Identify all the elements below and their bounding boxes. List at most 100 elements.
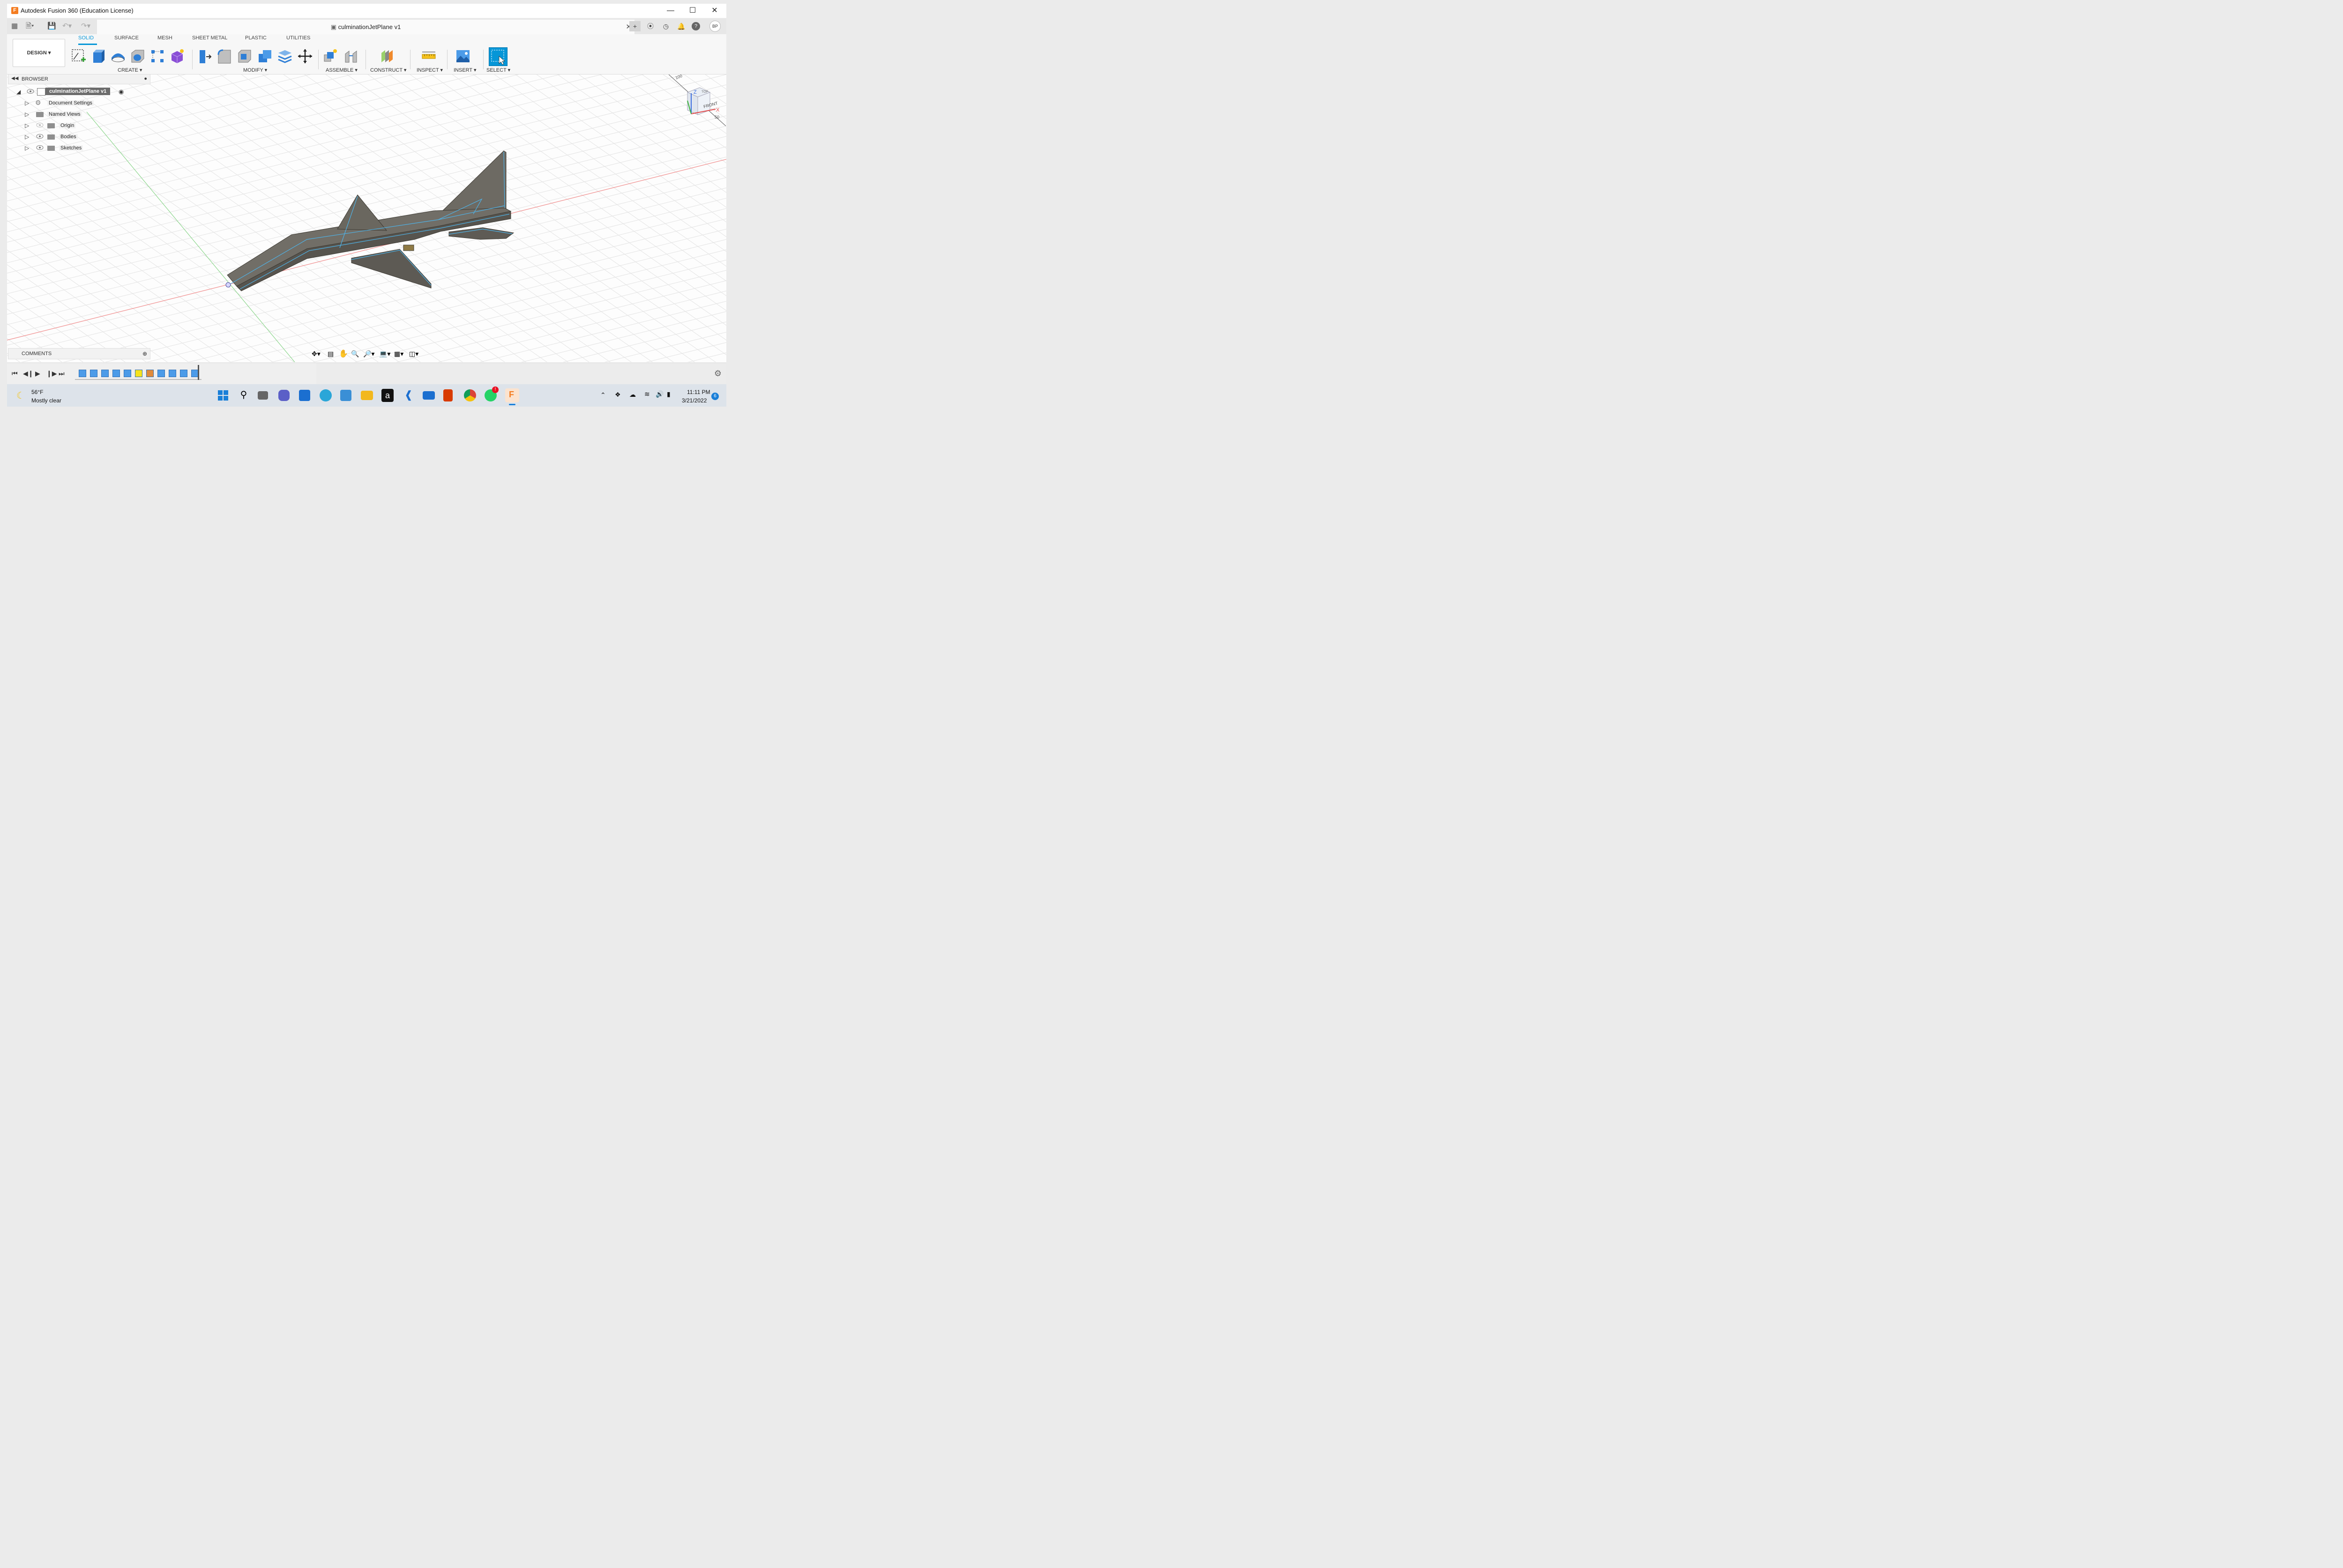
timeline-feature-icon[interactable]: [146, 370, 154, 377]
viewports-icon[interactable]: ◫▾: [409, 350, 418, 358]
timeline-feature-icon[interactable]: [169, 370, 176, 377]
offset-plane-icon[interactable]: [379, 48, 395, 64]
file-explorer-icon[interactable]: [361, 391, 373, 400]
add-comment-icon[interactable]: ⊕: [142, 350, 147, 357]
timeline-feature-icon[interactable]: [112, 370, 120, 377]
file-menu-icon[interactable]: 🗎▾: [26, 21, 34, 31]
select-tool-button[interactable]: [489, 47, 507, 66]
fusion-taskbar-icon[interactable]: F: [505, 388, 519, 405]
timeline-track[interactable]: [75, 365, 201, 380]
volume-icon[interactable]: 🔊: [656, 390, 664, 398]
job-status-icon[interactable]: ⦿: [645, 21, 656, 31]
vscode-icon[interactable]: ❰: [402, 389, 415, 402]
expand-icon[interactable]: ▷: [25, 100, 29, 106]
new-component-icon[interactable]: [322, 48, 338, 64]
mail-icon[interactable]: [423, 391, 435, 400]
timeline-feature-icon[interactable]: [124, 370, 131, 377]
hole-icon[interactable]: [130, 48, 146, 64]
teams-chat-icon[interactable]: [278, 390, 290, 401]
tree-item-origin[interactable]: ▷ Origin: [25, 120, 119, 131]
browser-panel-header[interactable]: ◀◀ BROWSER ●: [8, 74, 150, 84]
tree-item-sketches[interactable]: ▷ Sketches: [25, 143, 119, 153]
tab-surface[interactable]: SURFACE: [114, 35, 139, 41]
fillet-icon[interactable]: [216, 48, 232, 64]
play-icon[interactable]: ▶: [35, 370, 40, 378]
fit-icon[interactable]: 🔎▾: [363, 350, 374, 358]
widgets-icon[interactable]: [299, 390, 310, 401]
revolve-icon[interactable]: [110, 48, 126, 64]
zoom-icon[interactable]: 🔍: [351, 350, 359, 358]
combine-icon[interactable]: [257, 48, 273, 64]
pattern-icon[interactable]: [149, 48, 165, 64]
insert-menu[interactable]: INSERT ▾: [454, 67, 477, 73]
offset-faces-icon[interactable]: [277, 48, 293, 64]
start-button[interactable]: [216, 389, 230, 402]
visibility-eye-icon[interactable]: [36, 134, 44, 139]
origin-point-marker[interactable]: [225, 282, 231, 288]
weather-temperature[interactable]: 56°F: [31, 389, 43, 395]
history-icon[interactable]: ◷: [661, 21, 671, 31]
tree-root[interactable]: ◢ culminationJetPlane v1 ◉: [16, 87, 138, 97]
pan-hand-icon[interactable]: ✋: [339, 349, 348, 358]
inspect-menu[interactable]: INSPECT ▾: [417, 67, 443, 73]
expand-icon[interactable]: ▷: [25, 111, 29, 118]
insert-canvas-icon[interactable]: [455, 48, 471, 64]
close-window-button[interactable]: ✕: [705, 5, 724, 16]
assemble-menu[interactable]: ASSEMBLE ▾: [326, 67, 358, 73]
look-at-icon[interactable]: ▤: [328, 350, 334, 358]
whatsapp-icon[interactable]: !: [485, 386, 499, 401]
construct-menu[interactable]: CONSTRUCT ▾: [370, 67, 406, 73]
clock-time[interactable]: 11:11 PM: [687, 389, 710, 395]
browser-options-icon[interactable]: ●: [144, 76, 147, 82]
tab-mesh[interactable]: MESH: [157, 35, 172, 41]
shell-icon[interactable]: [237, 48, 253, 64]
timeline-settings-gear-icon[interactable]: ⚙: [714, 369, 722, 379]
search-icon[interactable]: ⚲: [237, 389, 250, 402]
app-grid-icon[interactable]: ▦: [11, 21, 18, 31]
tab-sheet-metal[interactable]: SHEET METAL: [192, 35, 227, 41]
activate-radio-icon[interactable]: ◉: [119, 88, 124, 96]
tab-utilities[interactable]: UTILITIES: [286, 35, 310, 41]
workspace-switcher-button[interactable]: DESIGN ▾: [13, 39, 65, 67]
view-cube[interactable]: 100 FRONT TOP X Z 50: [668, 74, 726, 126]
timeline-feature-icon[interactable]: [157, 370, 165, 377]
clock-date[interactable]: 3/21/2022: [682, 397, 707, 404]
timeline-feature-icon[interactable]: [79, 370, 86, 377]
chrome-icon[interactable]: [464, 389, 476, 401]
timeline-feature-icon[interactable]: [135, 370, 142, 377]
new-tab-icon[interactable]: +: [629, 21, 641, 31]
expand-icon[interactable]: ▷: [25, 134, 29, 140]
timeline-feature-icon[interactable]: [180, 370, 187, 377]
tree-item-named-views[interactable]: ▷ Named Views: [25, 109, 119, 119]
joint-icon[interactable]: [343, 48, 359, 64]
expand-icon[interactable]: ▷: [25, 145, 29, 151]
document-tab[interactable]: ▣ culminationJetPlane v1 ✕: [97, 20, 634, 34]
notification-count-badge[interactable]: 6: [711, 393, 719, 400]
step-back-icon[interactable]: ◀❙: [23, 370, 34, 378]
save-icon[interactable]: 💾: [47, 21, 56, 31]
grid-settings-icon[interactable]: ▦▾: [394, 350, 403, 358]
hidden-eye-icon[interactable]: [36, 122, 44, 128]
timeline-marker[interactable]: [198, 365, 199, 380]
collapse-browser-icon[interactable]: ◀◀: [11, 76, 18, 81]
maximize-button[interactable]: ☐: [683, 5, 702, 16]
press-pull-icon[interactable]: [197, 48, 213, 64]
undo-icon[interactable]: ↶▾: [62, 21, 72, 31]
extrude-icon[interactable]: [90, 48, 106, 64]
modify-menu[interactable]: MODIFY ▾: [243, 67, 267, 73]
jet-plane-model[interactable]: [225, 150, 515, 291]
task-view-icon[interactable]: [258, 391, 268, 400]
go-to-end-icon[interactable]: ⏭: [59, 370, 65, 378]
timeline-feature-icon[interactable]: [90, 370, 97, 377]
tree-item-bodies[interactable]: ▷ Bodies: [25, 132, 119, 142]
tab-solid[interactable]: SOLID: [78, 35, 94, 41]
create-form-icon[interactable]: [169, 48, 185, 64]
go-to-start-icon[interactable]: ⏮: [12, 370, 18, 378]
select-menu[interactable]: SELECT ▾: [486, 67, 510, 73]
weather-description[interactable]: Mostly clear: [31, 397, 61, 404]
timeline-feature-icon[interactable]: [101, 370, 109, 377]
help-icon[interactable]: ?: [692, 22, 700, 30]
edge-browser-icon[interactable]: [320, 389, 332, 401]
show-hidden-icons-chevron[interactable]: ⌃: [600, 391, 606, 399]
step-forward-icon[interactable]: ❙▶: [46, 370, 57, 378]
